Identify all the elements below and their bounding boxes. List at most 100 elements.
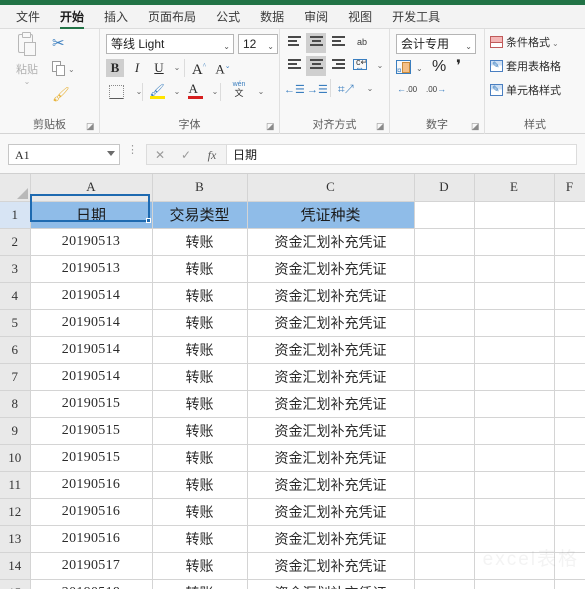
cell-b13[interactable]: 转账: [152, 525, 248, 553]
row-header-11[interactable]: 11: [0, 471, 31, 499]
align-middle-button[interactable]: [306, 33, 326, 53]
font-dialog-launcher[interactable]: ◪: [266, 121, 276, 131]
ribbon-tab-home[interactable]: 开始: [50, 6, 94, 29]
row-header-2[interactable]: 2: [0, 228, 31, 256]
wrap-text-button[interactable]: ab c↵: [352, 31, 372, 67]
cell-a8[interactable]: 20190515: [29, 390, 153, 418]
underline-button[interactable]: U: [150, 59, 168, 77]
cell-c11[interactable]: 资金汇划补充凭证: [247, 471, 415, 499]
chevron-down-icon[interactable]: ⌄: [465, 39, 472, 54]
cell-c15[interactable]: 资金汇划补充凭证: [247, 579, 415, 589]
conditional-formatting-button[interactable]: 条件格式 ⌄: [490, 36, 559, 51]
ribbon-tab-review[interactable]: 审阅: [294, 6, 338, 27]
cell-c6[interactable]: 资金汇划补充凭证: [247, 336, 415, 364]
column-header-a[interactable]: A: [30, 174, 153, 202]
cell-c10[interactable]: 资金汇划补充凭证: [247, 444, 415, 472]
cut-button[interactable]: ✂: [52, 34, 92, 58]
cell-d13[interactable]: [414, 525, 475, 553]
chevron-down-icon[interactable]: ⌄: [223, 39, 230, 53]
cell-a4[interactable]: 20190514: [29, 282, 153, 310]
ribbon-tab-data[interactable]: 数据: [250, 6, 294, 27]
ribbon-tab-formulas[interactable]: 公式: [206, 6, 250, 27]
cell-a6[interactable]: 20190514: [29, 336, 153, 364]
row-header-5[interactable]: 5: [0, 309, 31, 337]
accounting-format-button[interactable]: ¤: [396, 59, 411, 79]
ribbon-tab-insert[interactable]: 插入: [94, 6, 138, 27]
format-as-table-button[interactable]: 套用表格格: [490, 58, 561, 74]
chevron-down-icon[interactable]: ⌄: [267, 39, 274, 54]
cell-d2[interactable]: [414, 228, 475, 256]
clipboard-dialog-launcher[interactable]: ◪: [86, 121, 96, 131]
decrease-font-size-button[interactable]: A⌄: [214, 57, 232, 76]
cell-c1[interactable]: 凭证种类: [247, 201, 415, 229]
cell-d11[interactable]: [414, 471, 475, 499]
cell-c5[interactable]: 资金汇划补充凭证: [247, 309, 415, 337]
cell-d10[interactable]: [414, 444, 475, 472]
cell-b8[interactable]: 转账: [152, 390, 248, 418]
merge-cells-button[interactable]: [350, 56, 370, 77]
formula-input[interactable]: 日期: [226, 144, 577, 165]
cell-b9[interactable]: 转账: [152, 417, 248, 445]
cell-b1[interactable]: 交易类型: [152, 201, 248, 229]
row-header-13[interactable]: 13: [0, 525, 31, 553]
cell-f15[interactable]: [554, 579, 585, 589]
cell-d9[interactable]: [414, 417, 475, 445]
font-name-combobox[interactable]: 等线 Light ⌄: [106, 34, 234, 54]
name-box[interactable]: A1: [8, 144, 120, 165]
font-size-combobox[interactable]: 12 ⌄: [238, 34, 278, 54]
cell-f11[interactable]: [554, 471, 585, 499]
cell-f1[interactable]: [554, 201, 585, 229]
cell-c3[interactable]: 资金汇划补充凭证: [247, 255, 415, 283]
column-header-c[interactable]: C: [247, 174, 415, 202]
row-header-10[interactable]: 10: [0, 444, 31, 472]
cell-styles-button[interactable]: 单元格样式: [490, 82, 561, 98]
cell-e15[interactable]: [474, 579, 555, 589]
cell-b14[interactable]: 转账: [152, 552, 248, 580]
cell-d1[interactable]: [414, 201, 475, 229]
insert-function-button[interactable]: fx: [199, 145, 225, 166]
cell-a2[interactable]: 20190513: [29, 228, 153, 256]
cancel-formula-button[interactable]: ✕: [147, 145, 173, 166]
cell-d7[interactable]: [414, 363, 475, 391]
cell-d6[interactable]: [414, 336, 475, 364]
cell-e4[interactable]: [474, 282, 555, 310]
percent-style-button[interactable]: %: [432, 57, 446, 77]
decrease-indent-button[interactable]: ←☰: [284, 79, 305, 99]
cell-b12[interactable]: 转账: [152, 498, 248, 526]
cell-f10[interactable]: [554, 444, 585, 472]
font-color-chevron-down-icon[interactable]: ⌄: [206, 83, 224, 101]
align-bottom-button[interactable]: [328, 33, 348, 53]
cell-d12[interactable]: [414, 498, 475, 526]
cell-c12[interactable]: 资金汇划补充凭证: [247, 498, 415, 526]
cell-b15[interactable]: 转账: [152, 579, 248, 589]
cell-e1[interactable]: [474, 201, 555, 229]
cell-f2[interactable]: [554, 228, 585, 256]
cell-d5[interactable]: [414, 309, 475, 337]
align-left-button[interactable]: [284, 56, 304, 76]
fill-color-chevron-down-icon[interactable]: ⌄: [168, 83, 186, 101]
cell-f7[interactable]: [554, 363, 585, 391]
cell-d8[interactable]: [414, 390, 475, 418]
cell-a5[interactable]: 20190514: [29, 309, 153, 337]
ribbon-tab-page-layout[interactable]: 页面布局: [138, 6, 206, 27]
cell-a11[interactable]: 20190516: [29, 471, 153, 499]
cell-f6[interactable]: [554, 336, 585, 364]
cell-c13[interactable]: 资金汇划补充凭证: [247, 525, 415, 553]
cell-d15[interactable]: [414, 579, 475, 589]
increase-indent-button[interactable]: →☰: [307, 79, 328, 99]
row-header-4[interactable]: 4: [0, 282, 31, 310]
cell-b11[interactable]: 转账: [152, 471, 248, 499]
row-header-1[interactable]: 1: [0, 201, 31, 229]
cell-b10[interactable]: 转账: [152, 444, 248, 472]
increase-font-size-button[interactable]: A^: [190, 57, 208, 78]
ribbon-tab-developer[interactable]: 开发工具: [382, 6, 450, 27]
phonetic-chevron-down-icon[interactable]: ⌄: [252, 83, 270, 101]
cell-a12[interactable]: 20190516: [29, 498, 153, 526]
cell-f3[interactable]: [554, 255, 585, 283]
cell-e2[interactable]: [474, 228, 555, 256]
cell-c8[interactable]: 资金汇划补充凭证: [247, 390, 415, 418]
align-center-button[interactable]: [306, 56, 326, 76]
cell-a1[interactable]: 日期: [30, 201, 153, 229]
paste-button[interactable]: 粘贴 ⌄: [6, 32, 48, 86]
formula-bar-grip[interactable]: ⋮: [127, 145, 138, 156]
